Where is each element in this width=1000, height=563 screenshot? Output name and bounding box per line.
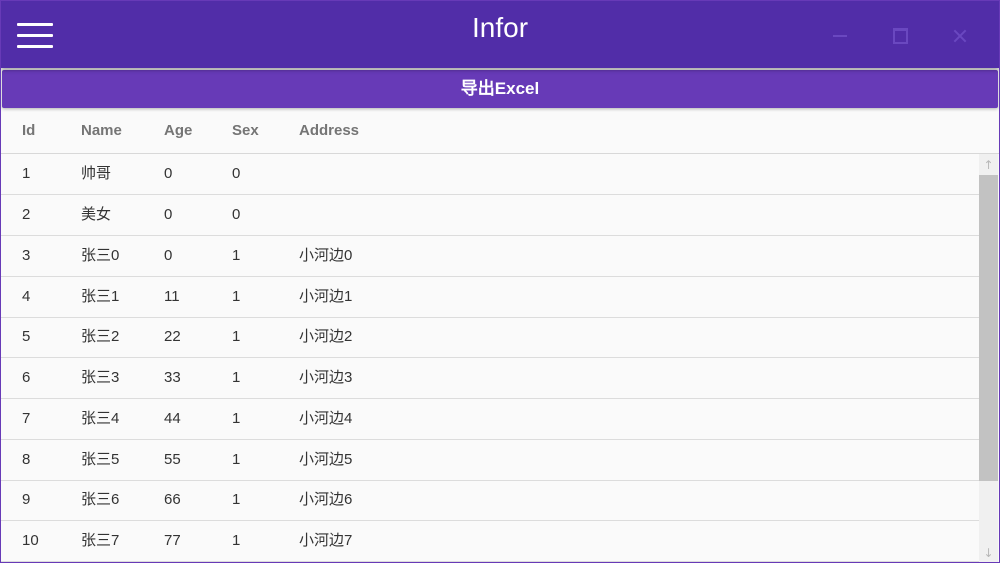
table-row[interactable]: 2 美女 0 0	[1, 195, 979, 236]
column-header-id[interactable]: Id	[22, 109, 35, 153]
cell-address: 小河边6	[299, 491, 353, 508]
cell-age: 0	[164, 165, 173, 182]
cell-id: 4	[22, 288, 31, 305]
cell-sex: 0	[232, 206, 241, 223]
cell-name: 张三5	[81, 451, 120, 468]
cell-id: 9	[22, 491, 31, 508]
grid-body: 1 帅哥 0 0 2 美女 0 0 3 张三0 0 1 小河边0 4 张三1 1…	[1, 154, 979, 562]
table-row[interactable]: 3 张三0 0 1 小河边0	[1, 236, 979, 277]
column-header-address[interactable]: Address	[299, 109, 359, 153]
column-header-sex[interactable]: Sex	[232, 109, 259, 153]
scrollbar-thumb[interactable]	[979, 175, 998, 481]
table-row[interactable]: 5 张三2 22 1 小河边2	[1, 317, 979, 358]
cell-id: 8	[22, 451, 31, 468]
cell-age: 55	[164, 451, 181, 468]
column-header-name[interactable]: Name	[81, 109, 122, 153]
cell-id: 3	[22, 247, 31, 264]
cell-name: 张三6	[81, 491, 120, 508]
cell-name: 张三7	[81, 532, 120, 549]
cell-id: 1	[22, 165, 31, 182]
cell-address: 小河边7	[299, 532, 353, 549]
table-row[interactable]: 7 张三4 44 1 小河边4	[1, 399, 979, 440]
cell-address: 小河边1	[299, 288, 353, 305]
cell-age: 11	[164, 288, 180, 305]
cell-address: 小河边0	[299, 247, 353, 264]
cell-address: 小河边2	[299, 328, 353, 345]
cell-sex: 1	[232, 410, 241, 427]
cell-sex: 1	[232, 369, 241, 386]
cell-name: 张三4	[81, 410, 120, 427]
minimize-icon[interactable]	[825, 21, 855, 49]
table-row[interactable]: 4 张三1 11 1 小河边1	[1, 277, 979, 318]
table-row[interactable]: 6 张三3 33 1 小河边3	[1, 358, 979, 399]
scroll-down-icon[interactable]: ↓	[979, 543, 998, 562]
cell-id: 5	[22, 328, 31, 345]
cell-sex: 1	[232, 288, 241, 305]
cell-sex: 1	[232, 328, 241, 345]
cell-name: 帅哥	[81, 165, 112, 182]
cell-id: 7	[22, 410, 31, 427]
title-bar: Infor	[1, 1, 999, 68]
cell-address: 小河边4	[299, 410, 353, 427]
cell-id: 10	[22, 532, 39, 549]
table-row[interactable]: 9 张三6 66 1 小河边6	[1, 480, 979, 521]
cell-sex: 1	[232, 532, 241, 549]
export-excel-button[interactable]: 导出Excel	[2, 70, 998, 108]
app-window: Infor 导出Excel Id Name Age Sex Address 1 …	[0, 0, 1000, 563]
cell-name: 张三0	[81, 247, 120, 264]
table-row[interactable]: 1 帅哥 0 0	[1, 154, 979, 195]
cell-age: 33	[164, 369, 181, 386]
cell-address: 小河边5	[299, 451, 353, 468]
cell-sex: 1	[232, 451, 241, 468]
scroll-up-icon[interactable]: ↑	[979, 155, 998, 175]
column-header-age[interactable]: Age	[164, 109, 192, 153]
cell-name: 张三2	[81, 328, 120, 345]
table-row[interactable]: 8 张三5 55 1 小河边5	[1, 440, 979, 481]
cell-age: 77	[164, 532, 181, 549]
cell-id: 6	[22, 369, 31, 386]
cell-age: 66	[164, 491, 181, 508]
cell-age: 44	[164, 410, 181, 427]
cell-sex: 0	[232, 165, 241, 182]
vertical-scrollbar[interactable]: ↑ ↓	[979, 154, 998, 562]
cell-name: 张三1	[81, 288, 120, 305]
cell-sex: 1	[232, 491, 241, 508]
cell-age: 0	[164, 206, 173, 223]
table-row[interactable]: 10 张三7 77 1 小河边7	[1, 521, 979, 562]
grid-header: Id Name Age Sex Address	[1, 109, 999, 154]
cell-name: 美女	[81, 206, 112, 223]
cell-id: 2	[22, 206, 31, 223]
close-icon[interactable]	[945, 21, 975, 49]
cell-address: 小河边3	[299, 369, 353, 386]
cell-age: 22	[164, 328, 181, 345]
maximize-icon[interactable]	[885, 21, 915, 49]
cell-name: 张三3	[81, 369, 120, 386]
cell-sex: 1	[232, 247, 241, 264]
cell-age: 0	[164, 247, 173, 264]
